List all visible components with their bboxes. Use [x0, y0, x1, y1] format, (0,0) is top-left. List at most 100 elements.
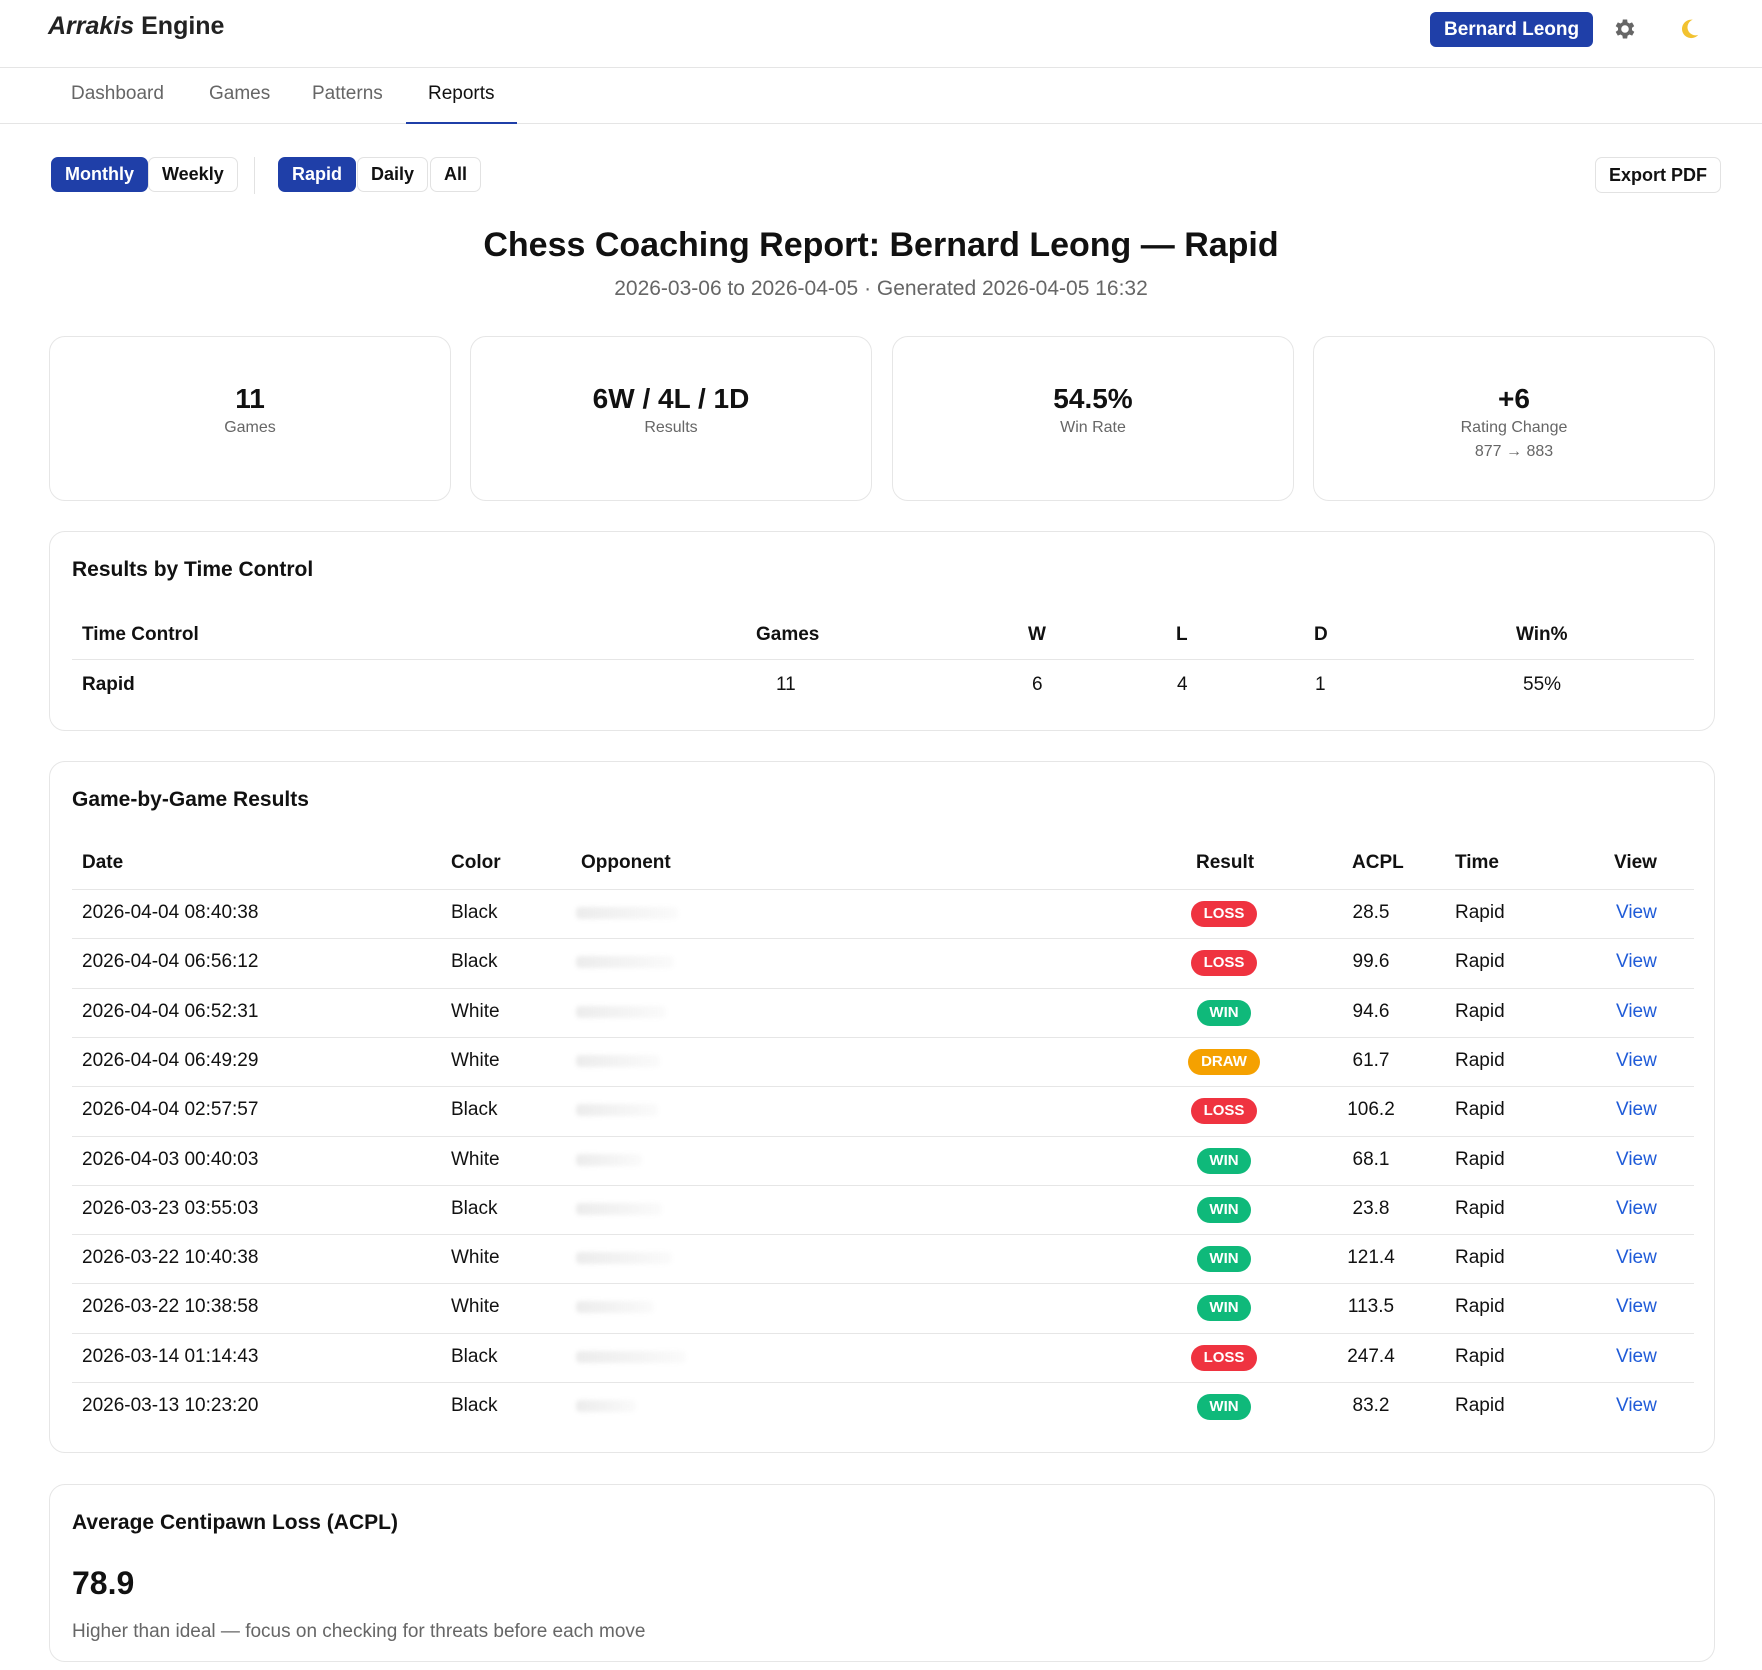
brand-logo[interactable]: Arrakis Engine: [48, 12, 224, 41]
stat-value: +6: [1498, 383, 1530, 414]
stat-value: 6W / 4L / 1D: [592, 383, 750, 414]
opponent-redacted: [576, 1301, 654, 1314]
cell-acpl: 99.6: [1352, 951, 1390, 973]
export-pdf-button[interactable]: Export PDF: [1595, 157, 1722, 193]
stat-value: 11: [235, 383, 265, 414]
stat-value: 54.5%: [1053, 383, 1133, 414]
main-tabs: Dashboard Games Patterns Reports: [0, 68, 1762, 124]
cell-time: Rapid: [1455, 902, 1505, 923]
cell-color: Black: [451, 1345, 498, 1367]
cell-acpl: 83.2: [1352, 1395, 1390, 1416]
cell-time: Rapid: [1455, 1296, 1505, 1318]
cell-acpl: 61.7: [1352, 1049, 1390, 1071]
row-divider: [72, 1382, 1694, 1383]
filter-rapid[interactable]: Rapid: [278, 157, 357, 192]
col-header-w: W: [1028, 624, 1046, 645]
cell-acpl: 68.1: [1352, 1148, 1390, 1170]
col-header-l: L: [1176, 624, 1188, 645]
row-divider: [72, 1036, 1694, 1038]
view-game-link[interactable]: View: [1616, 1247, 1657, 1269]
filter-daily[interactable]: Daily: [357, 157, 429, 192]
row-divider: [72, 1135, 1694, 1137]
stat-sub: 877 → 883: [1474, 443, 1554, 460]
cell-time: Rapid: [1455, 1148, 1505, 1170]
cell-acpl: 121.4: [1347, 1247, 1395, 1269]
view-game-link[interactable]: View: [1616, 1050, 1657, 1072]
cell-time: Rapid: [1455, 1247, 1505, 1269]
tab-games[interactable]: Games: [187, 68, 292, 124]
tab-reports[interactable]: Reports: [406, 68, 517, 124]
cell-date: 2026-04-04 02:57:57: [82, 1099, 259, 1121]
cell-color: White: [451, 1049, 500, 1071]
opponent-redacted: [576, 1005, 666, 1018]
view-game-link[interactable]: View: [1616, 1198, 1657, 1220]
filter-divider: [254, 157, 255, 194]
header-divider: [72, 659, 1694, 660]
opponent-redacted: [576, 1252, 672, 1265]
filter-monthly[interactable]: Monthly: [51, 157, 148, 192]
cell-color: White: [451, 1148, 500, 1170]
acpl-note: Higher than ideal — focus on checking fo…: [72, 1621, 646, 1642]
result-badge: LOSS: [1191, 1344, 1257, 1371]
view-game-link[interactable]: View: [1616, 1099, 1657, 1121]
row-divider: [72, 1283, 1694, 1285]
col-header-color: Color: [451, 852, 501, 873]
user-button[interactable]: Bernard Leong: [1430, 12, 1594, 47]
cell-time: Rapid: [1455, 1395, 1505, 1416]
row-divider: [72, 987, 1694, 989]
opponent-redacted: [576, 1202, 662, 1215]
opponent-redacted: [576, 1104, 658, 1117]
row-divider: [72, 889, 1694, 890]
top-bar: Arrakis Engine Bernard Leong: [0, 0, 1762, 68]
cell-time: Rapid: [1455, 1099, 1505, 1121]
report-subtitle: 2026-03-06 to 2026-04-05 · Generated 202…: [614, 277, 1148, 300]
opponent-redacted: [576, 1153, 642, 1166]
cell-time: Rapid: [1455, 1197, 1505, 1219]
view-game-link[interactable]: View: [1616, 951, 1657, 973]
view-game-link[interactable]: View: [1616, 1149, 1657, 1171]
result-badge: LOSS: [1191, 950, 1257, 977]
result-badge: WIN: [1197, 1196, 1251, 1223]
time-control-panel: Results by Time Control Time Control Gam…: [49, 531, 1715, 731]
view-game-link[interactable]: View: [1616, 1395, 1657, 1417]
opponent-redacted: [576, 1350, 686, 1363]
cell-win-pct: 55%: [1523, 674, 1562, 695]
games-panel: Game-by-Game Results Date Color Opponent…: [49, 761, 1715, 1453]
acpl-value: 78.9: [72, 1565, 135, 1601]
view-game-link[interactable]: View: [1616, 1001, 1657, 1023]
cell-date: 2026-03-13 10:23:20: [82, 1395, 259, 1416]
cell-date: 2026-04-03 00:40:03: [82, 1148, 259, 1170]
result-badge: WIN: [1197, 1295, 1251, 1322]
filter-weekly[interactable]: Weekly: [148, 157, 238, 192]
view-game-link[interactable]: View: [1616, 902, 1657, 924]
cell-color: Black: [451, 951, 498, 973]
opponent-redacted: [576, 1054, 660, 1067]
cell-date: 2026-04-04 08:40:38: [82, 902, 259, 923]
panel-title: Results by Time Control: [72, 558, 314, 581]
col-header-acpl: ACPL: [1352, 852, 1404, 873]
cell-d: 1: [1315, 674, 1326, 695]
stat-card-games: 11 Games: [49, 336, 451, 501]
stat-card-results: 6W / 4L / 1D Results: [470, 336, 872, 501]
gear-icon[interactable]: [1612, 16, 1638, 42]
cell-color: Black: [451, 902, 498, 923]
col-header-opponent: Opponent: [581, 852, 671, 873]
row-divider: [72, 938, 1694, 940]
stat-label: Rating Change: [1460, 419, 1568, 436]
filter-all[interactable]: All: [430, 157, 482, 192]
view-game-link[interactable]: View: [1616, 1346, 1657, 1368]
moon-icon[interactable]: [1676, 16, 1702, 42]
result-badge: WIN: [1197, 1147, 1251, 1174]
col-header-view: View: [1614, 852, 1657, 873]
row-divider: [72, 1234, 1694, 1236]
col-header-time-control: Time Control: [82, 624, 199, 645]
cell-date: 2026-03-23 03:55:03: [82, 1197, 259, 1219]
cell-games: 11: [776, 674, 796, 695]
cell-acpl: 28.5: [1352, 902, 1390, 923]
tab-dashboard[interactable]: Dashboard: [49, 68, 186, 124]
tab-patterns[interactable]: Patterns: [290, 68, 405, 124]
brand-name-italic: Arrakis: [48, 12, 135, 40]
panel-title: Average Centipawn Loss (ACPL): [72, 1511, 398, 1534]
view-game-link[interactable]: View: [1616, 1296, 1657, 1318]
result-badge: WIN: [1197, 999, 1251, 1026]
